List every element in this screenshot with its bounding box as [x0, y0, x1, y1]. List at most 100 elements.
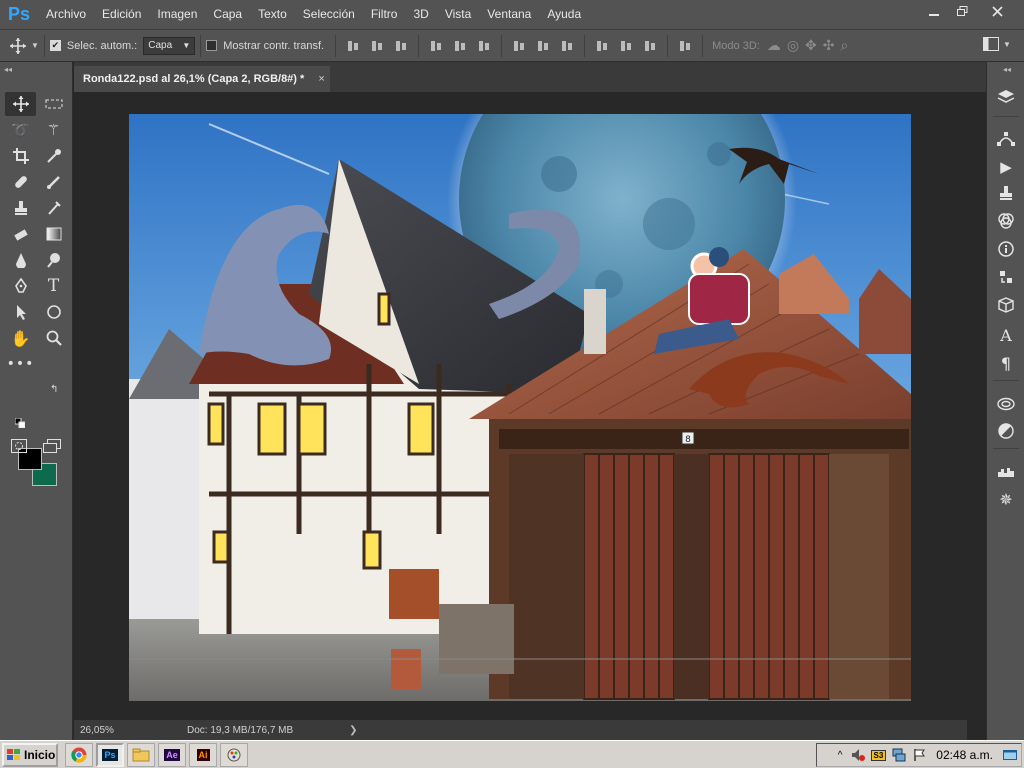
type-tool[interactable]: T — [38, 274, 69, 298]
clone-stamp-tool[interactable] — [5, 196, 36, 220]
chrome-taskbar-button[interactable] — [65, 742, 93, 767]
navigator-wheel-icon: ✵ — [999, 489, 1013, 509]
ellipse-tool[interactable] — [38, 300, 69, 324]
show-transform-checkbox[interactable] — [206, 40, 218, 51]
histogram-panel-button[interactable] — [991, 458, 1021, 484]
action-center-flag-icon[interactable] — [912, 748, 926, 762]
auto-align-layers-icon[interactable] — [678, 39, 692, 53]
dodge-tool[interactable] — [38, 248, 69, 272]
roll-3d-icon[interactable]: ◎ — [787, 37, 799, 54]
menu-edicion[interactable]: Edición — [94, 0, 149, 29]
edit-toolbar-button[interactable]: ••• — [5, 352, 36, 376]
start-button[interactable]: Inicio — [2, 742, 58, 767]
show-hidden-icons-icon[interactable]: ^ — [838, 750, 843, 761]
document-canvas[interactable]: 8 — [129, 114, 911, 701]
menu-vista[interactable]: Vista — [437, 0, 479, 29]
minimize-button[interactable] — [919, 0, 949, 22]
tray-app-icon[interactable]: S3 — [870, 749, 887, 761]
workspace-switcher[interactable]: ▼ — [983, 37, 1011, 51]
show-desktop-icon[interactable] — [1003, 748, 1017, 762]
document-tab[interactable]: Ronda122.psd al 26,1% (Capa 2, RGB/8#) *… — [74, 66, 330, 92]
channels-panel-button[interactable] — [991, 208, 1021, 234]
screen-mode-button[interactable] — [43, 438, 61, 457]
healing-brush-tool[interactable] — [5, 170, 36, 194]
restore-button[interactable] — [947, 0, 977, 22]
zoom-level[interactable]: 26,05% — [80, 725, 160, 736]
paths-panel-button[interactable] — [991, 126, 1021, 152]
distribute-right-icon[interactable] — [643, 39, 657, 53]
tool-presets-panel-button[interactable] — [991, 180, 1021, 206]
crop-tool[interactable] — [5, 144, 36, 168]
libraries-panel-button[interactable] — [991, 390, 1021, 416]
marquee-tool[interactable] — [38, 92, 69, 116]
network-icon[interactable] — [892, 748, 906, 762]
close-tab-icon[interactable]: × — [318, 73, 324, 85]
layers-panel-button[interactable] — [991, 84, 1021, 110]
menu-archivo[interactable]: Archivo — [38, 0, 94, 29]
actions-panel-button[interactable]: ▶ — [991, 154, 1021, 180]
volume-muted-icon[interactable] — [851, 748, 865, 762]
collapse-panel-icon[interactable]: ◂◂ — [4, 65, 12, 74]
auto-select-checkbox[interactable]: ✔ — [49, 40, 61, 51]
quick-selection-tool[interactable]: ⚚ — [38, 118, 69, 142]
default-colors-icon[interactable] — [14, 413, 26, 429]
3d-panel-button[interactable] — [991, 292, 1021, 318]
pan-3d-icon[interactable]: ✥ — [805, 37, 817, 54]
align-right-icon[interactable] — [477, 39, 491, 53]
blur-tool[interactable] — [5, 248, 36, 272]
history-brush-tool[interactable] — [38, 196, 69, 220]
photoshop-taskbar-button[interactable]: Ps — [96, 742, 124, 767]
distribute-hcenter-icon[interactable] — [619, 39, 633, 53]
history-panel-button[interactable] — [991, 264, 1021, 290]
tool-preset-picker[interactable]: ▼ — [9, 37, 39, 55]
distribute-left-icon[interactable] — [595, 39, 609, 53]
align-left-icon[interactable] — [429, 39, 443, 53]
zoom-tool[interactable] — [38, 326, 69, 350]
after-effects-taskbar-button[interactable]: Ae — [158, 742, 186, 767]
close-window-button[interactable] — [982, 0, 1012, 22]
distribute-top-icon[interactable] — [512, 39, 526, 53]
eyedropper-tool[interactable] — [38, 144, 69, 168]
explorer-taskbar-button[interactable] — [127, 742, 155, 767]
illustrator-taskbar-button[interactable]: Ai — [189, 742, 217, 767]
distribute-vcenter-icon[interactable] — [536, 39, 550, 53]
clock[interactable]: 02:48 a.m. — [936, 748, 993, 762]
menu-capa[interactable]: Capa — [205, 0, 250, 29]
menu-texto[interactable]: Texto — [250, 0, 295, 29]
pen-tool[interactable] — [5, 274, 36, 298]
slide-3d-icon[interactable]: ✣ — [823, 37, 835, 54]
move-tool[interactable] — [5, 92, 36, 116]
quick-mask-button[interactable] — [11, 438, 27, 457]
distribute-bottom-icon[interactable] — [560, 39, 574, 53]
menu-ayuda[interactable]: Ayuda — [539, 0, 589, 29]
brush-tool[interactable] — [38, 170, 69, 194]
lasso-tool[interactable]: ➰ — [5, 118, 36, 142]
hand-tool[interactable]: ✋ — [5, 326, 36, 350]
menu-seleccion[interactable]: Selección — [295, 0, 363, 29]
adjustments-panel-button[interactable] — [991, 418, 1021, 444]
orbit-3d-icon[interactable]: ☁ — [767, 37, 781, 54]
eraser-tool[interactable] — [5, 222, 36, 246]
menu-imagen[interactable]: Imagen — [149, 0, 205, 29]
align-vertical-center-icon[interactable] — [370, 39, 384, 53]
character-panel-button[interactable]: A — [991, 322, 1021, 348]
align-horizontal-center-icon[interactable] — [453, 39, 467, 53]
paint-taskbar-button[interactable] — [220, 742, 248, 767]
expand-panels-icon[interactable]: ◂◂ — [1003, 65, 1011, 74]
document-size-info: Doc: 19,3 MB/176,7 MB — [187, 724, 294, 736]
align-bottom-icon[interactable] — [394, 39, 408, 53]
swap-colors-icon[interactable]: ↰ — [50, 384, 58, 395]
paragraph-panel-button[interactable]: ¶ — [991, 350, 1021, 376]
menu-ventana[interactable]: Ventana — [479, 0, 539, 29]
path-selection-tool[interactable] — [5, 300, 36, 324]
align-top-icon[interactable] — [346, 39, 360, 53]
gradient-tool[interactable] — [38, 222, 69, 246]
scale-3d-icon[interactable]: ⌕ — [841, 37, 849, 54]
info-panel-button[interactable] — [991, 236, 1021, 262]
status-menu-arrow-icon[interactable]: ❯ — [349, 725, 357, 736]
canvas-area[interactable]: 8 — [74, 92, 967, 719]
navigator-panel-button[interactable]: ✵ — [991, 486, 1021, 512]
menu-filtro[interactable]: Filtro — [363, 0, 406, 29]
menu-3d[interactable]: 3D — [405, 0, 436, 29]
auto-select-target-dropdown[interactable]: Capa ▼ — [143, 36, 196, 55]
